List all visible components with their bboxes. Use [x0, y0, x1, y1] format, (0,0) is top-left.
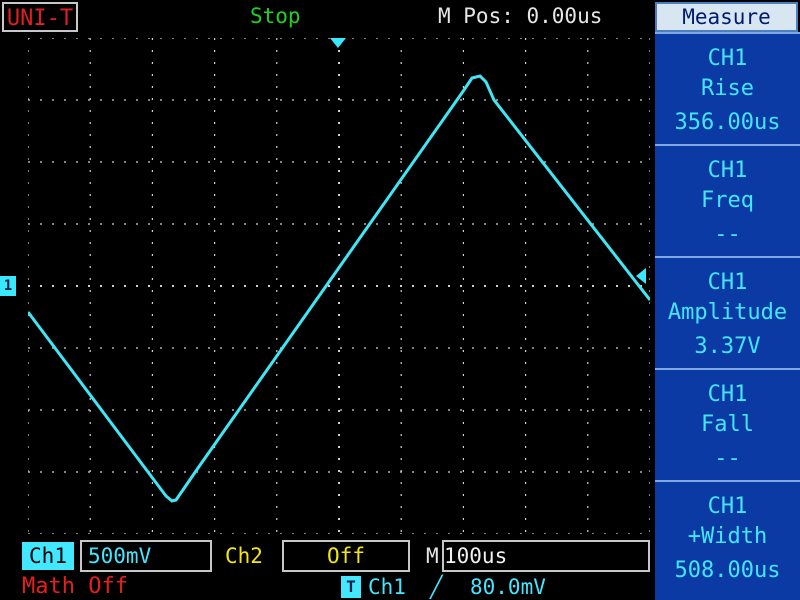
measure-channel: CH1	[707, 270, 748, 295]
measure-slot-1[interactable]: CH1 Rise 356.00us	[655, 32, 800, 142]
brand-logo: UNI-T	[2, 2, 78, 32]
measure-label: Freq	[701, 188, 754, 213]
measure-channel: CH1	[707, 382, 748, 407]
trigger-position-icon	[330, 38, 346, 48]
ch2-scale[interactable]: Off	[282, 540, 410, 572]
ch1-waveform-trace	[28, 74, 650, 503]
trigger-icon: T	[341, 576, 361, 598]
waveform-display[interactable]	[28, 38, 650, 534]
measure-channel: CH1	[707, 46, 748, 71]
trigger-edge-icon[interactable]: ╱	[430, 574, 443, 600]
run-state-indicator[interactable]: Stop	[250, 4, 301, 28]
measure-label: Amplitude	[667, 300, 788, 325]
measure-channel: CH1	[707, 494, 748, 519]
math-status[interactable]: Math Off	[22, 574, 128, 600]
measure-value: 356.00us	[674, 110, 781, 135]
trigger-level-icon	[636, 268, 646, 284]
horizontal-position-readout: M Pos: 0.00us	[438, 4, 603, 28]
measure-slot-5[interactable]: CH1 +Width 508.00us	[655, 480, 800, 600]
measure-value: 508.00us	[674, 558, 781, 583]
measure-label: +Width	[687, 524, 768, 549]
measure-panel: CH1 Rise 356.00us CH1 Freq -- CH1 Amplit…	[655, 32, 800, 600]
graticule-grid	[28, 38, 650, 534]
ch2-label[interactable]: Ch2	[225, 542, 263, 570]
measure-menu-title: Measure	[655, 2, 798, 32]
measure-value: 3.37V	[694, 334, 761, 359]
measure-channel: CH1	[707, 158, 748, 183]
measure-label: Fall	[701, 412, 754, 437]
ch1-scale[interactable]: 500mV	[80, 540, 212, 572]
measure-value: --	[714, 446, 741, 471]
ch1-ground-marker: 1	[0, 276, 16, 296]
measure-slot-2[interactable]: CH1 Freq --	[655, 144, 800, 254]
trigger-source[interactable]: Ch1	[368, 574, 406, 600]
measure-slot-4[interactable]: CH1 Fall --	[655, 368, 800, 478]
measure-value: --	[714, 222, 741, 247]
trigger-level[interactable]: 80.0mV	[470, 574, 546, 600]
timebase-scale[interactable]: 100us	[442, 540, 650, 572]
measure-slot-3[interactable]: CH1 Amplitude 3.37V	[655, 256, 800, 366]
timebase-label: M	[426, 544, 439, 568]
measure-label: Rise	[701, 76, 754, 101]
ch1-label[interactable]: Ch1	[22, 542, 74, 570]
